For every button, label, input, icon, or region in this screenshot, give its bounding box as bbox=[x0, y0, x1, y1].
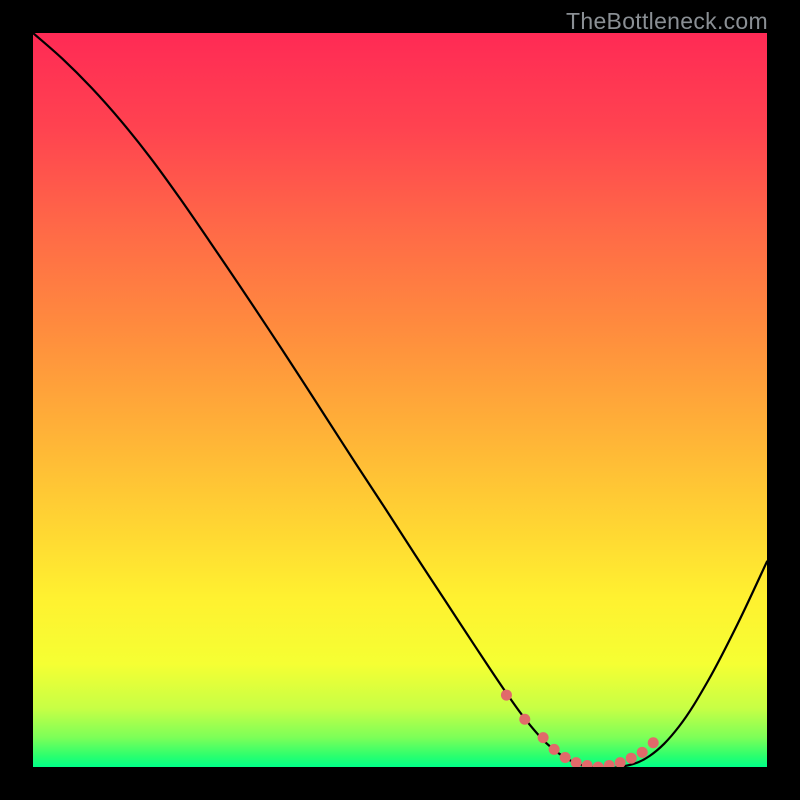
marker-point bbox=[637, 747, 648, 758]
watermark-text: TheBottleneck.com bbox=[566, 8, 768, 35]
chart-container: TheBottleneck.com bbox=[0, 0, 800, 800]
marker-point bbox=[549, 744, 560, 755]
marker-point bbox=[501, 690, 512, 701]
bottleneck-chart bbox=[33, 33, 767, 767]
marker-point bbox=[519, 714, 530, 725]
marker-point bbox=[560, 752, 571, 763]
marker-point bbox=[626, 753, 637, 764]
marker-point bbox=[538, 732, 549, 743]
marker-point bbox=[648, 737, 659, 748]
plot-area bbox=[33, 33, 767, 767]
gradient-background bbox=[33, 33, 767, 767]
